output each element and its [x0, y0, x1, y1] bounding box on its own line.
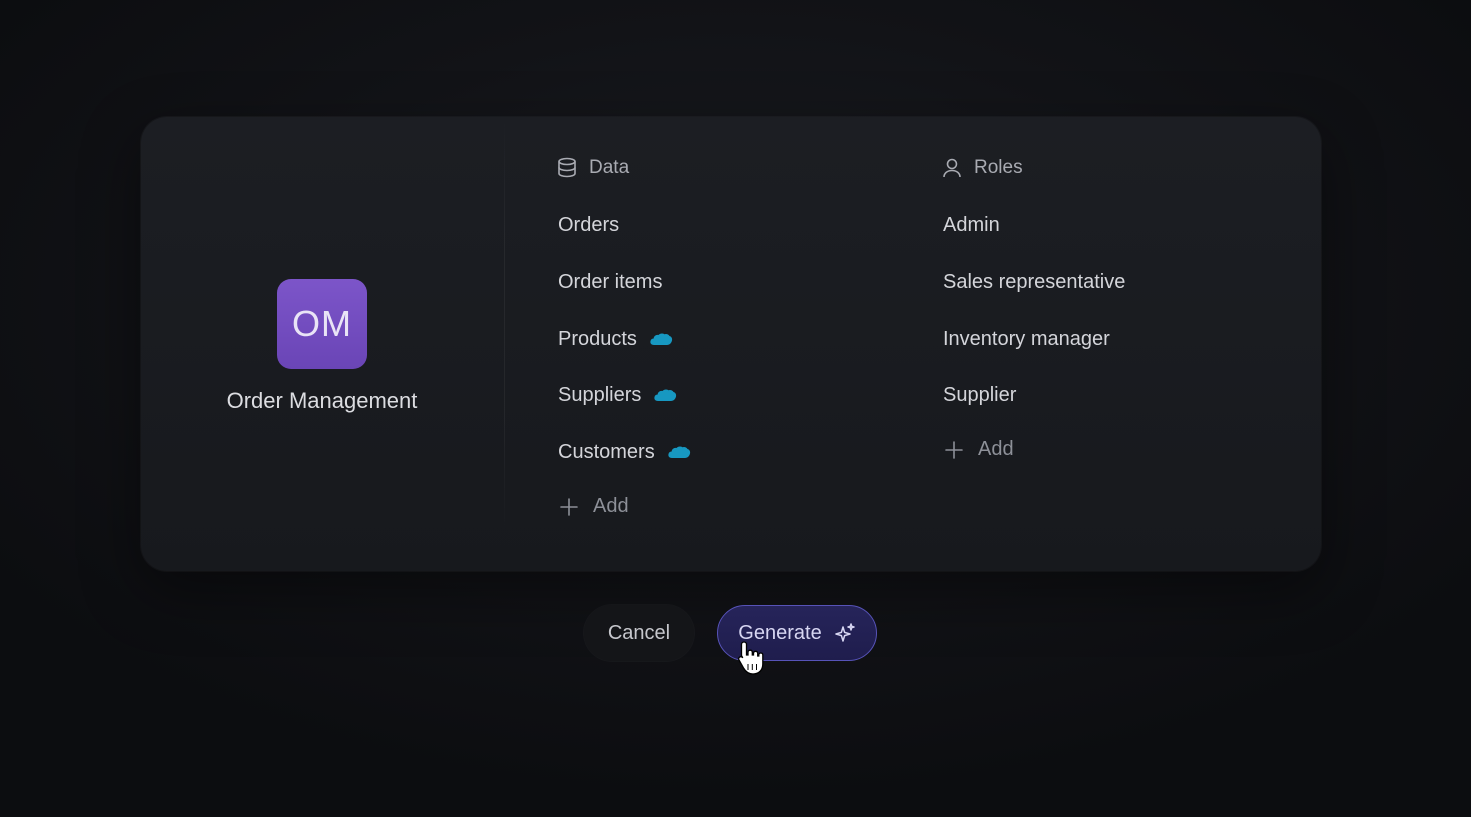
add-data-button[interactable]: Add [559, 495, 629, 518]
role-item-sales-representative[interactable]: Sales representative [943, 268, 1125, 296]
salesforce-cloud-icon [650, 333, 673, 345]
cancel-button-label: Cancel [607, 621, 671, 644]
hand-pointer-cursor-icon [738, 641, 764, 675]
data-item-suppliers[interactable]: Suppliers [558, 381, 677, 409]
data-item-label: Orders [558, 213, 620, 236]
data-item-label: Products [558, 327, 637, 350]
user-icon [943, 158, 961, 178]
column-divider [504, 118, 505, 538]
data-item-orders[interactable]: Orders [558, 211, 619, 239]
data-item-label: Customers [558, 440, 655, 463]
add-role-label: Add [978, 438, 1014, 460]
data-item-products[interactable]: Products [558, 325, 673, 353]
data-item-label: Suppliers [558, 383, 642, 406]
sparkle-icon [834, 623, 855, 642]
roles-column-title: Roles [974, 157, 1023, 178]
add-data-label: Add [593, 495, 629, 517]
plus-icon [945, 440, 963, 459]
app-logo: OM [277, 279, 367, 369]
data-column-header: Data [557, 157, 629, 179]
app-initials: OM [292, 303, 352, 344]
data-item-order-items[interactable]: Order items [558, 268, 662, 296]
add-role-button[interactable]: Add [944, 438, 1014, 461]
cancel-button[interactable]: Cancel [584, 605, 694, 661]
role-item-label: Inventory manager [943, 327, 1110, 350]
roles-column-header: Roles [942, 157, 1023, 179]
role-item-inventory-manager[interactable]: Inventory manager [943, 325, 1110, 353]
app-name: Order Management [226, 388, 418, 413]
salesforce-cloud-icon [654, 389, 677, 401]
database-icon [558, 157, 576, 178]
plus-icon [560, 497, 578, 516]
role-item-label: Supplier [943, 383, 1017, 406]
role-item-label: Admin [943, 213, 1000, 236]
data-column-title: Data [589, 157, 630, 178]
role-item-label: Sales representative [943, 270, 1126, 293]
data-item-customers[interactable]: Customers [558, 438, 691, 466]
role-item-supplier[interactable]: Supplier [943, 381, 1016, 409]
data-item-label: Order items [558, 270, 663, 293]
salesforce-cloud-icon [668, 446, 690, 458]
role-item-admin[interactable]: Admin [943, 211, 1000, 239]
